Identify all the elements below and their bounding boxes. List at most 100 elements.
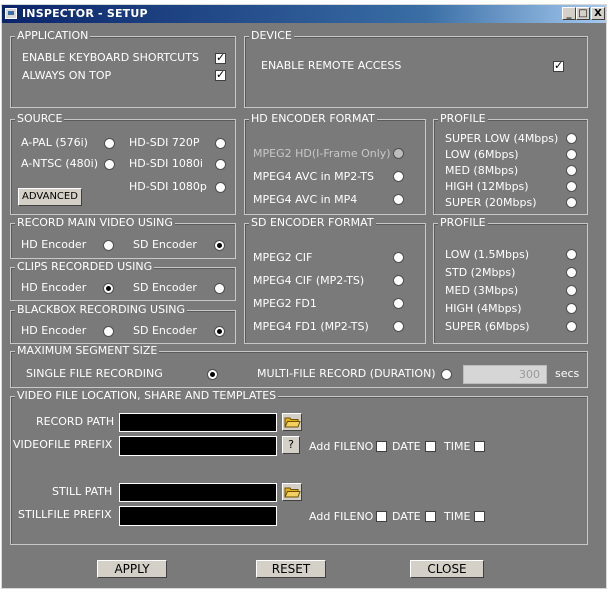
video-date-label: DATE (392, 440, 421, 453)
still-path-input[interactable] (119, 483, 277, 502)
still-date-checkbox[interactable] (425, 511, 436, 522)
hd-720p-radio[interactable] (215, 138, 226, 149)
hd-profile-radio[interactable] (566, 133, 577, 144)
sd-profile-item: STD (2Mbps) (445, 266, 516, 279)
single-file-label: SINGLE FILE RECORDING (26, 367, 163, 380)
hd-1080i-radio[interactable] (215, 159, 226, 170)
multi-file-radio[interactable] (441, 369, 452, 380)
mpeg4-ts-radio[interactable] (393, 171, 404, 182)
application-legend: APPLICATION (15, 29, 91, 42)
sd-profile-radio[interactable] (566, 321, 577, 332)
maximize-button[interactable]: □ (576, 7, 590, 20)
hd-profile-item: SUPER (20Mbps) (445, 196, 537, 209)
hd-1080p-radio[interactable] (215, 182, 226, 193)
still-add-fileno-checkbox[interactable] (376, 511, 387, 522)
sd-profile-radio[interactable] (566, 285, 577, 296)
sd-profile-item: SUPER (6Mbps) (445, 320, 530, 333)
multi-file-label: MULTI-FILE RECORD (DURATION) (257, 367, 436, 380)
duration-input[interactable]: 300 (463, 365, 547, 384)
stillfile-prefix-input[interactable] (119, 506, 277, 526)
still-add-fileno-label: Add FILENO (309, 510, 374, 523)
sd-encoder-radio[interactable] (393, 321, 404, 332)
record-path-browse-button[interactable] (282, 413, 302, 431)
clips-hd-label: HD Encoder (21, 281, 87, 294)
still-time-label: TIME (444, 510, 471, 523)
record-main-legend: RECORD MAIN VIDEO USING (15, 216, 175, 229)
application-group: APPLICATION ENABLE KEYBOARD SHORTCUTS AL… (10, 30, 236, 108)
hd-profile-legend: PROFILE (438, 112, 488, 125)
sd-encoder-radio[interactable] (393, 298, 404, 309)
folder-icon (284, 487, 301, 498)
advanced-button[interactable]: ADVANCED (18, 188, 82, 206)
clips-group: CLIPS RECORDED USING HD Encoder SD Encod… (10, 261, 236, 301)
enable-shortcuts-checkbox[interactable] (215, 51, 226, 64)
window-title: INSPECTOR - SETUP (22, 7, 148, 20)
close-button[interactable]: CLOSE (410, 560, 484, 578)
stillfile-prefix-label: STILLFILE PREFIX (18, 508, 112, 521)
clips-legend: CLIPS RECORDED USING (15, 260, 155, 273)
hd-profile-radio[interactable] (566, 165, 577, 176)
remote-access-checkbox[interactable] (553, 59, 564, 72)
still-path-browse-button[interactable] (282, 483, 302, 501)
video-time-checkbox[interactable] (474, 441, 485, 452)
duration-unit-label: secs (555, 367, 580, 380)
record-main-sd-radio[interactable] (214, 240, 225, 251)
inspector-setup-window: INSPECTOR - SETUP _ □ X APPLICATION ENAB… (1, 4, 607, 589)
app-icon (5, 8, 17, 19)
device-legend: DEVICE (249, 29, 294, 42)
blackbox-sd-radio[interactable] (214, 326, 225, 337)
hd-profile-group: PROFILE SUPER LOW (4Mbps) LOW (6Mbps) ME… (433, 113, 588, 215)
record-main-hd-radio[interactable] (103, 240, 114, 251)
sd-profile-radio[interactable] (566, 303, 577, 314)
sd-encoder-radio[interactable] (393, 275, 404, 286)
reset-button[interactable]: RESET (256, 560, 326, 578)
videofile-prefix-input[interactable] (119, 436, 277, 456)
record-main-group: RECORD MAIN VIDEO USING HD Encoder SD En… (10, 217, 236, 259)
folder-icon (284, 417, 301, 428)
record-main-hd-label: HD Encoder (21, 238, 87, 251)
blackbox-hd-radio[interactable] (103, 326, 114, 337)
prefix-help-button[interactable]: ? (282, 436, 300, 454)
apply-button[interactable]: APPLY (97, 560, 167, 578)
still-path-label: STILL PATH (52, 485, 113, 498)
hd-encoder-legend: HD ENCODER FORMAT (249, 112, 377, 125)
source-group: SOURCE A-PAL (576i) A-NTSC (480i) HD-SDI… (10, 113, 236, 215)
always-on-top-checkbox[interactable] (215, 68, 226, 81)
sd-encoder-item: MPEG2 CIF (253, 251, 313, 264)
blackbox-group: BLACKBOX RECORDING USING HD Encoder SD E… (10, 304, 236, 344)
mpeg2-hd-radio[interactable] (393, 148, 404, 159)
minimize-button[interactable]: _ (562, 7, 576, 20)
mpeg4-mp4-radio[interactable] (393, 194, 404, 205)
clips-sd-radio[interactable] (214, 283, 225, 294)
sd-profile-radio[interactable] (566, 267, 577, 278)
still-time-checkbox[interactable] (474, 511, 485, 522)
title-bar[interactable]: INSPECTOR - SETUP _ □ X (2, 5, 606, 23)
blackbox-sd-label: SD Encoder (133, 324, 197, 337)
video-date-checkbox[interactable] (425, 441, 436, 452)
sd-encoder-item: MPEG4 CIF (MP2-TS) (253, 274, 365, 287)
remote-access-label: ENABLE REMOTE ACCESS (261, 59, 402, 72)
location-legend: VIDEO FILE LOCATION, SHARE AND TEMPLATES (15, 389, 279, 402)
hd-720p-label: HD-SDI 720P (129, 136, 200, 149)
video-add-fileno-checkbox[interactable] (376, 441, 387, 452)
location-group: VIDEO FILE LOCATION, SHARE AND TEMPLATES… (10, 390, 588, 545)
single-file-radio[interactable] (207, 369, 218, 380)
hd-profile-item: SUPER LOW (4Mbps) (445, 132, 559, 145)
hd-profile-radio[interactable] (566, 181, 577, 192)
hd-profile-item: LOW (6Mbps) (445, 148, 519, 161)
still-date-label: DATE (392, 510, 421, 523)
record-path-input[interactable] (119, 413, 277, 432)
clips-hd-radio[interactable] (103, 283, 114, 294)
hd-encoder-group: HD ENCODER FORMAT MPEG2 HD(I-Frame Only)… (244, 113, 426, 215)
sd-profile-item: MED (3Mbps) (445, 284, 519, 297)
segment-legend: MAXIMUM SEGMENT SIZE (15, 344, 160, 357)
a-ntsc-label: A-NTSC (480i) (21, 157, 98, 170)
a-ntsc-radio[interactable] (104, 159, 115, 170)
sd-profile-legend: PROFILE (438, 216, 488, 229)
sd-profile-radio[interactable] (566, 249, 577, 260)
a-pal-radio[interactable] (104, 138, 115, 149)
hd-profile-radio[interactable] (566, 197, 577, 208)
hd-profile-radio[interactable] (566, 149, 577, 160)
close-window-button[interactable]: X (591, 7, 605, 20)
sd-encoder-radio[interactable] (393, 252, 404, 263)
